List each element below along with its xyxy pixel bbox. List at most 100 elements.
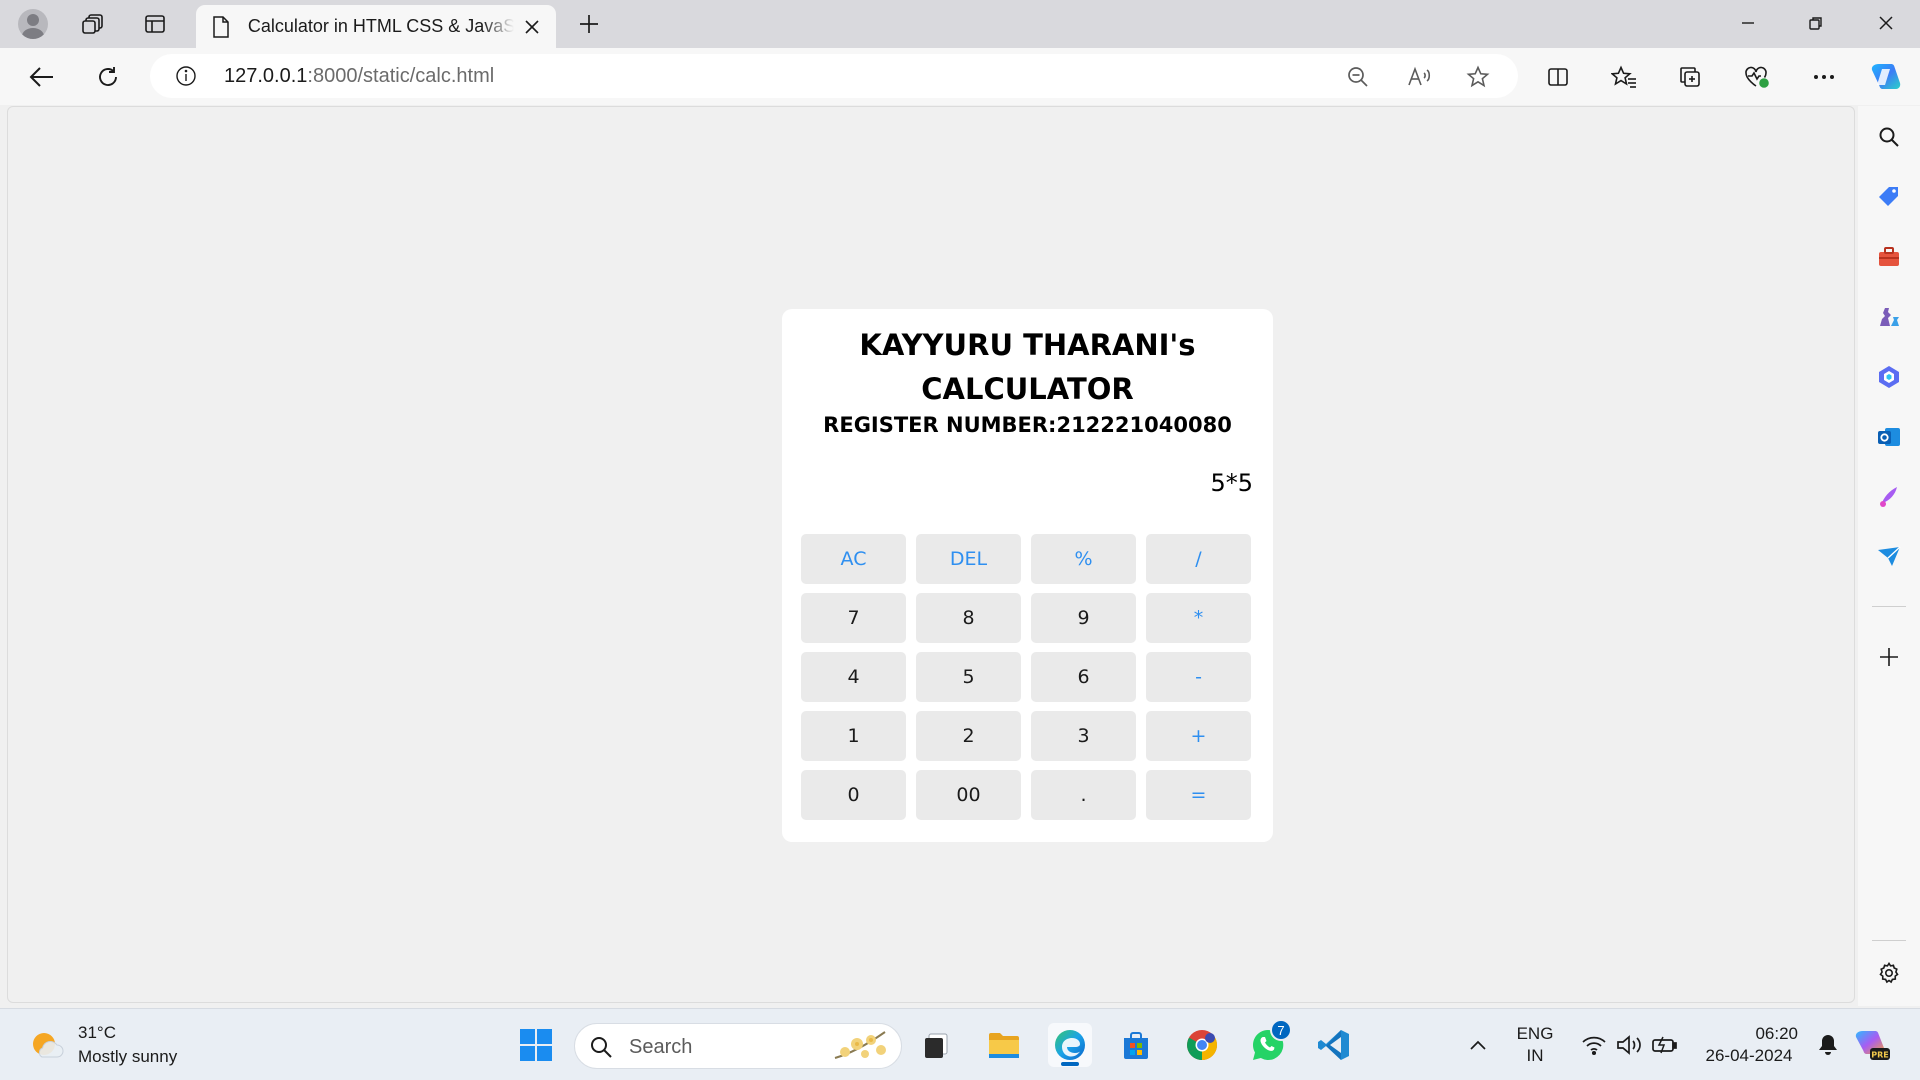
key-equals[interactable]: = xyxy=(1146,770,1251,820)
sidebar-games-icon[interactable] xyxy=(1874,302,1904,332)
quick-settings-button[interactable] xyxy=(1568,1023,1692,1067)
show-hidden-icons-button[interactable] xyxy=(1456,1023,1500,1067)
key-9[interactable]: 9 xyxy=(1031,593,1136,643)
zoom-out-icon[interactable] xyxy=(1343,62,1373,92)
taskbar-vscode-button[interactable] xyxy=(1312,1023,1356,1067)
key-3[interactable]: 3 xyxy=(1031,711,1136,761)
key-multiply[interactable]: * xyxy=(1146,593,1251,643)
sidebar-add-icon[interactable] xyxy=(1874,642,1904,672)
notifications-button[interactable] xyxy=(1806,1023,1850,1067)
sidebar-search-icon[interactable] xyxy=(1874,122,1904,152)
search-highlight-flowers-icon xyxy=(834,1031,886,1059)
calculator-title-line1: KAYYURU THARANI's xyxy=(859,328,1196,362)
split-screen-button[interactable] xyxy=(1538,57,1578,97)
new-tab-button[interactable] xyxy=(571,6,607,42)
key-minus[interactable]: - xyxy=(1146,652,1251,702)
more-dots-icon xyxy=(1814,75,1834,79)
key-5[interactable]: 5 xyxy=(916,652,1021,702)
window-restore-button[interactable] xyxy=(1782,0,1850,46)
read-aloud-icon[interactable] xyxy=(1404,62,1434,92)
reload-button[interactable] xyxy=(88,57,128,97)
weather-description: Mostly sunny xyxy=(78,1047,178,1066)
key-8[interactable]: 8 xyxy=(916,593,1021,643)
key-4[interactable]: 4 xyxy=(801,652,906,702)
sidebar-tools-icon[interactable] xyxy=(1874,242,1904,272)
page-viewport: KAYYURU THARANI's CALCULATOR REGISTER NU… xyxy=(7,106,1855,1003)
collections-button[interactable] xyxy=(1670,57,1710,97)
site-info-icon[interactable] xyxy=(174,64,198,88)
taskbar-whatsapp-button[interactable]: 7 xyxy=(1246,1019,1292,1067)
taskbar-store-button[interactable] xyxy=(1114,1023,1158,1067)
workspaces-button[interactable] xyxy=(75,6,111,42)
svg-text:PRE: PRE xyxy=(1871,1051,1889,1060)
profile-button[interactable] xyxy=(15,6,51,42)
search-icon xyxy=(591,1037,612,1058)
key-1[interactable]: 1 xyxy=(801,711,906,761)
key-0[interactable]: 0 xyxy=(801,770,906,820)
weather-widget[interactable]: 31°C Mostly sunny xyxy=(28,1021,177,1069)
key-divide[interactable]: / xyxy=(1146,534,1251,584)
key-2[interactable]: 2 xyxy=(916,711,1021,761)
register-number: REGISTER NUMBER:212221040080 xyxy=(823,413,1232,437)
reload-icon xyxy=(99,67,117,86)
vscode-icon xyxy=(1318,1030,1349,1060)
favorites-button[interactable] xyxy=(1604,57,1644,97)
taskbar-search-box[interactable]: Search xyxy=(574,1023,902,1069)
restore-icon xyxy=(1809,17,1822,30)
key-plus[interactable]: + xyxy=(1146,711,1251,761)
plus-icon xyxy=(580,15,598,33)
battery-charging-icon xyxy=(1652,1036,1677,1054)
edge-sidebar xyxy=(1858,106,1920,1006)
tab-close-icon[interactable] xyxy=(518,13,546,41)
folder-icon xyxy=(989,1033,1019,1058)
back-button[interactable] xyxy=(22,57,62,97)
url-text[interactable]: 127.0.0.1:8000/static/calc.html xyxy=(224,65,494,88)
taskbar-task-view-button[interactable] xyxy=(914,1023,958,1067)
favorites-icon xyxy=(1611,65,1636,88)
tab-title: Calculator in HTML CSS & JavaScript xyxy=(247,16,515,36)
browser-essentials-button[interactable] xyxy=(1737,57,1777,97)
page-icon xyxy=(210,15,232,38)
add-favorite-star-icon[interactable] xyxy=(1463,62,1493,92)
sidebar-microsoft365-icon[interactable] xyxy=(1874,362,1904,392)
key-decimal[interactable]: . xyxy=(1031,770,1136,820)
copilot-preview-button[interactable]: PRE xyxy=(1850,1023,1894,1067)
key-percent[interactable]: % xyxy=(1031,534,1136,584)
key-del[interactable]: DEL xyxy=(916,534,1021,584)
url-host: 127.0.0.1 xyxy=(224,65,308,87)
key-ac[interactable]: AC xyxy=(801,534,906,584)
input-language-indicator[interactable]: ENG IN xyxy=(1510,1023,1560,1067)
copilot-button[interactable] xyxy=(1866,57,1906,97)
tab-actions-button[interactable] xyxy=(137,6,173,42)
whatsapp-notification-badge: 7 xyxy=(1270,1019,1292,1041)
key-7[interactable]: 7 xyxy=(801,593,906,643)
key-6[interactable]: 6 xyxy=(1031,652,1136,702)
sidebar-outlook-icon[interactable] xyxy=(1874,422,1904,452)
microsoft-store-icon xyxy=(1124,1032,1148,1059)
address-bar[interactable]: 127.0.0.1:8000/static/calc.html xyxy=(150,54,1518,98)
sidebar-shopping-tag-icon[interactable] xyxy=(1874,182,1904,212)
sidebar-designer-icon[interactable] xyxy=(1874,482,1904,512)
task-view-icon xyxy=(925,1033,948,1058)
browser-toolbar: 127.0.0.1:8000/static/calc.html xyxy=(0,48,1920,105)
sidebar-send-icon[interactable] xyxy=(1874,542,1904,572)
copilot-icon xyxy=(1871,64,1901,89)
sidebar-divider xyxy=(1872,606,1906,607)
language-code: ENG xyxy=(1516,1024,1554,1043)
start-button[interactable] xyxy=(514,1023,558,1067)
volume-icon xyxy=(1617,1035,1641,1055)
active-tab[interactable]: Calculator in HTML CSS & JavaScript xyxy=(196,5,556,48)
sidebar-divider-bottom xyxy=(1872,940,1906,941)
taskbar-file-explorer-button[interactable] xyxy=(982,1023,1026,1067)
taskbar-chrome-button[interactable] xyxy=(1180,1023,1224,1067)
clock[interactable]: 06:20 26-04-2024 xyxy=(1694,1023,1804,1067)
taskbar-edge-button[interactable] xyxy=(1048,1023,1092,1067)
settings-more-button[interactable] xyxy=(1804,57,1844,97)
calculator-title-line2: CALCULATOR xyxy=(921,372,1134,406)
clock-time: 06:20 xyxy=(1755,1024,1798,1043)
key-00[interactable]: 00 xyxy=(916,770,1021,820)
weather-temperature: 31°C xyxy=(78,1023,116,1042)
window-minimize-button[interactable] xyxy=(1714,0,1782,46)
window-close-button[interactable] xyxy=(1852,0,1920,46)
sidebar-settings-gear-icon[interactable] xyxy=(1874,958,1904,988)
